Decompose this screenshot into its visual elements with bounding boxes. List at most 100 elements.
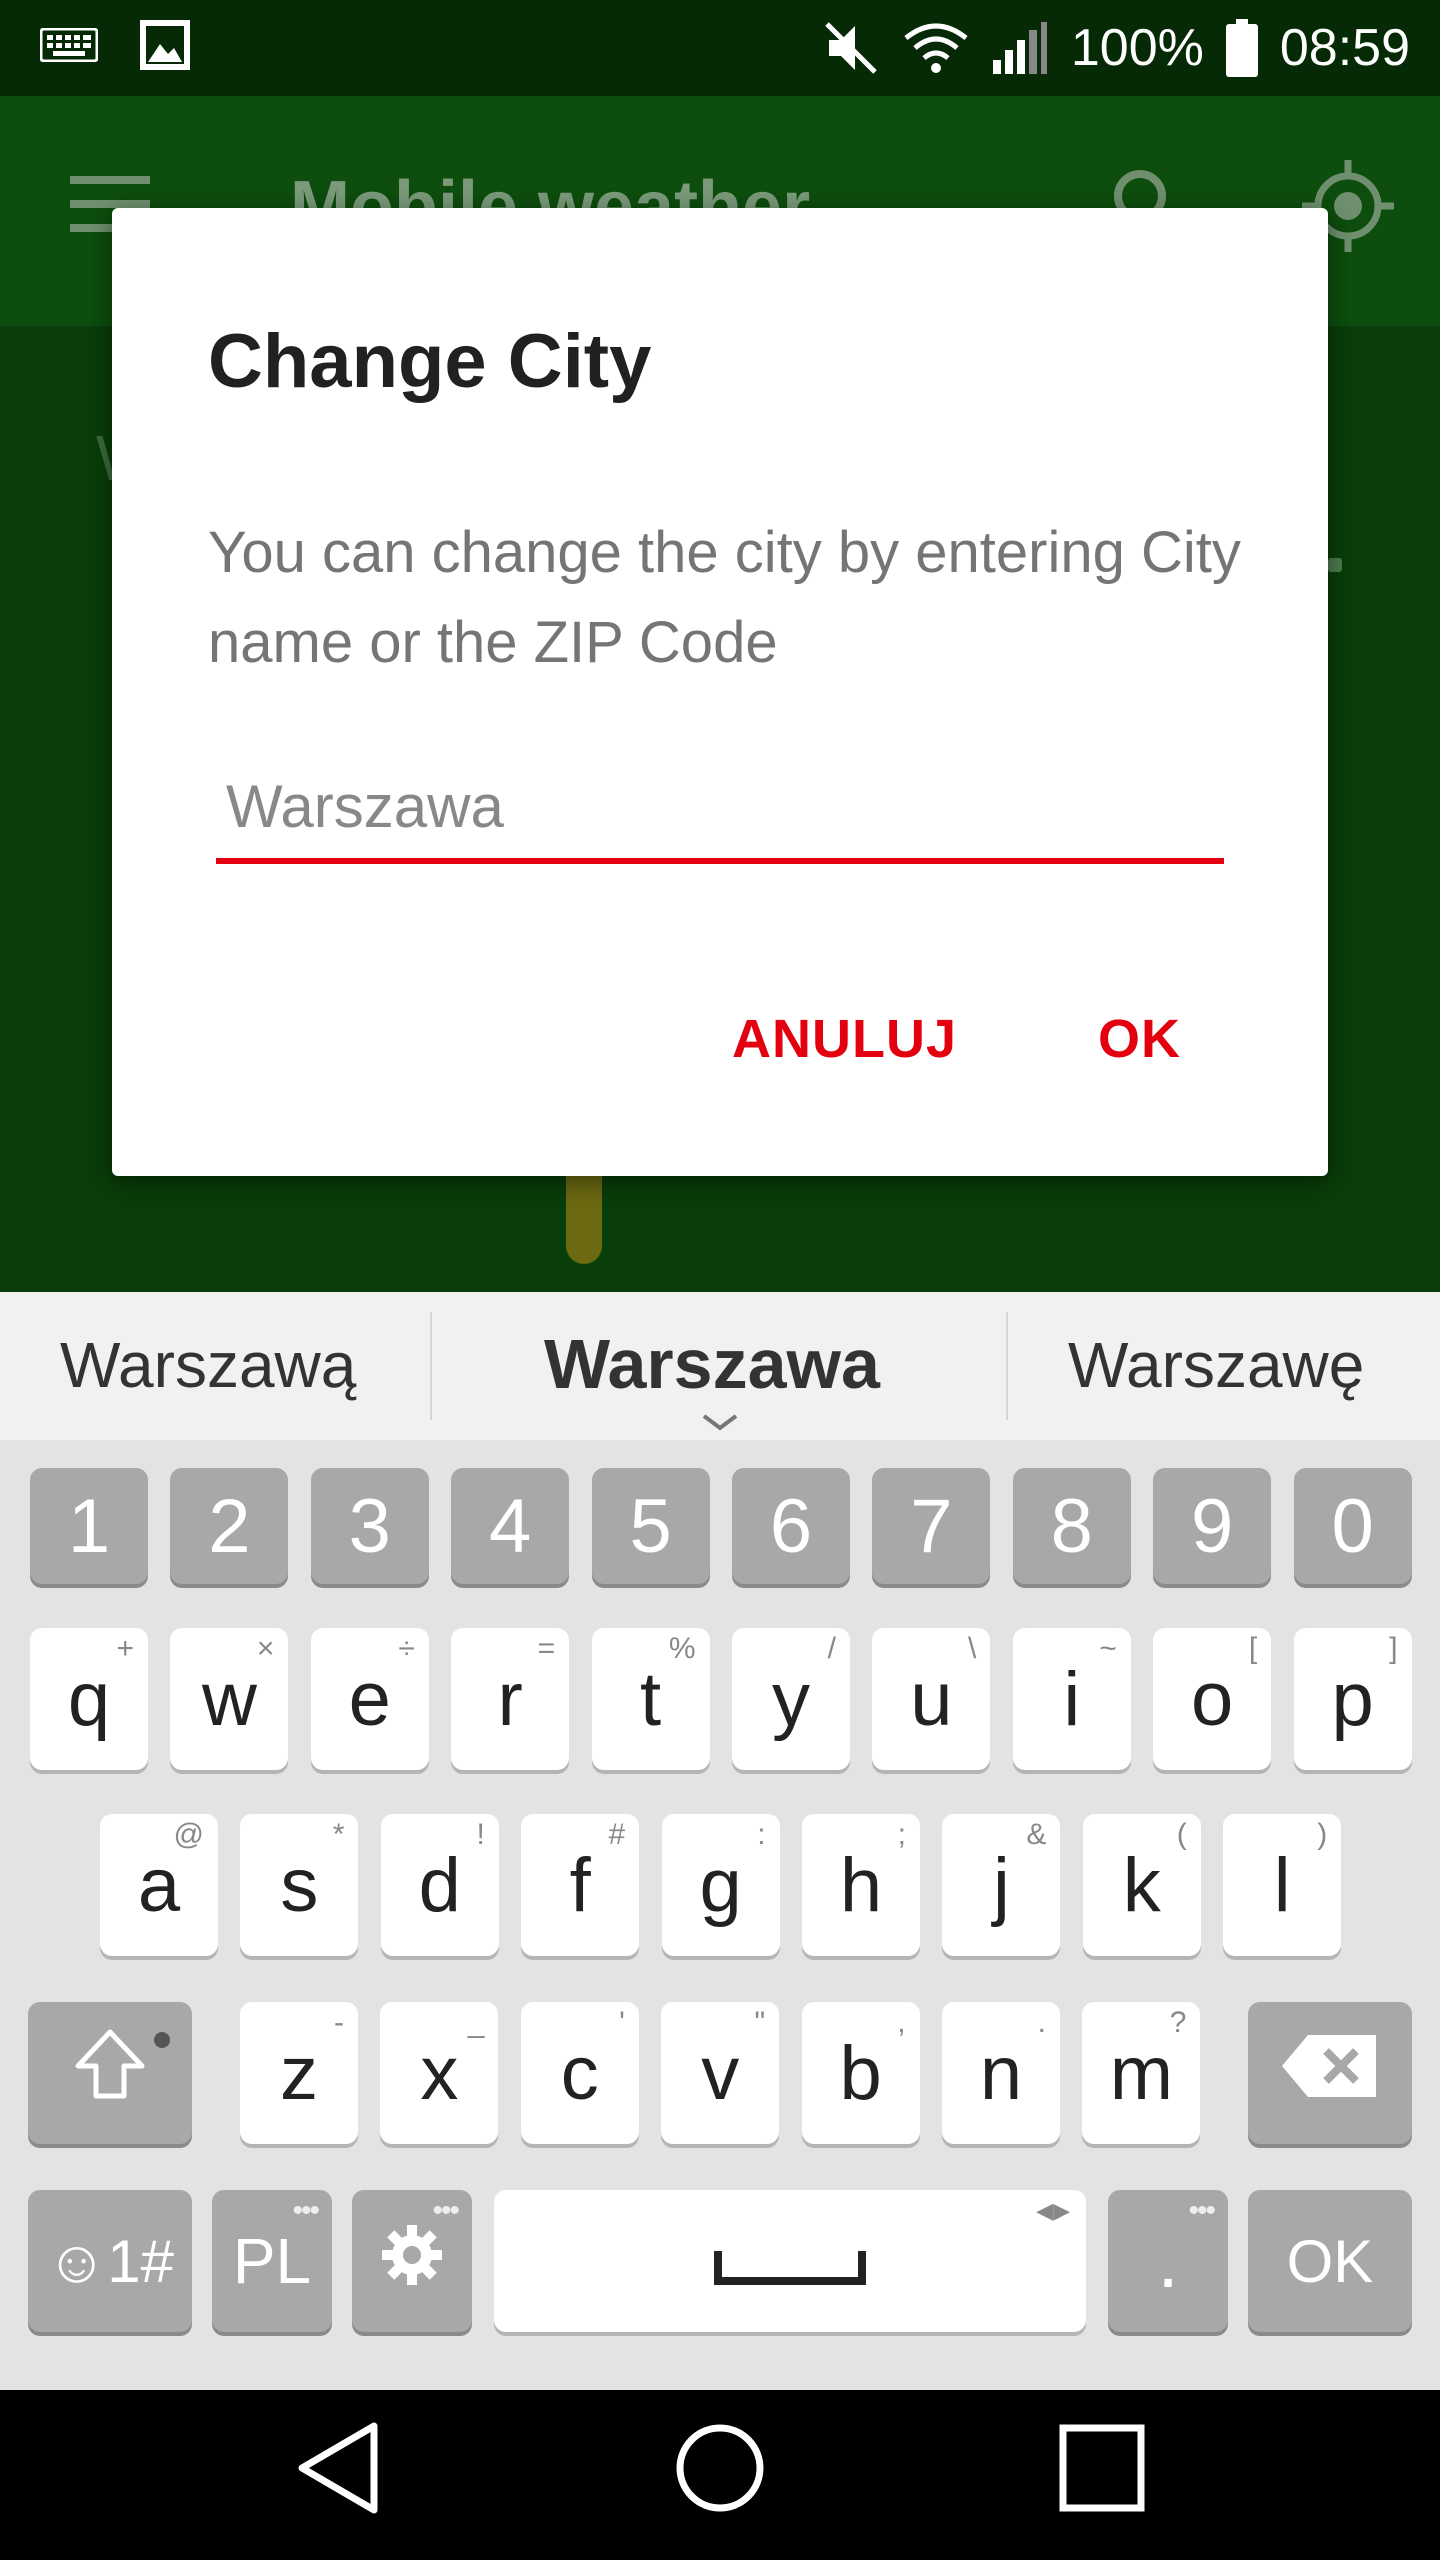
key-f[interactable]: f # — [521, 1814, 640, 1956]
key-label: 6 — [769, 1483, 813, 1569]
key-hint: + — [116, 1632, 134, 1665]
key-hint: . — [1037, 2006, 1046, 2039]
key-x[interactable]: x _ — [380, 2002, 499, 2144]
home-icon[interactable] — [674, 2420, 766, 2519]
number-key-3[interactable]: 3 — [310, 1468, 429, 1584]
key-i[interactable]: i ~ — [1012, 1628, 1131, 1770]
key-u[interactable]: u \ — [872, 1628, 991, 1770]
image-icon — [138, 18, 192, 72]
key-t[interactable]: t% — [591, 1628, 710, 1770]
key-label: 4 — [489, 1483, 532, 1569]
key-hint: - — [334, 2006, 344, 2039]
key-c[interactable]: c ' — [520, 2002, 639, 2144]
key-hint: ! — [476, 1818, 485, 1851]
wifi-icon — [903, 22, 969, 74]
key-label: r — [497, 1656, 523, 1742]
key-o[interactable]: o[ — [1153, 1628, 1272, 1770]
key-hint: ] — [1389, 1632, 1398, 1665]
dialog-title: Change City — [208, 319, 652, 404]
key-q[interactable]: q + — [30, 1628, 148, 1770]
key-label: x — [420, 2030, 459, 2116]
suggestion-center[interactable]: Warszawa — [544, 1324, 880, 1404]
key-w[interactable]: w × — [170, 1628, 289, 1770]
chevron-down-icon[interactable] — [700, 1412, 740, 1437]
key-label: w — [201, 1656, 257, 1742]
key-label: p — [1331, 1656, 1374, 1742]
signal-icon — [991, 20, 1049, 76]
key-p[interactable]: p] — [1293, 1628, 1412, 1770]
key-hint: \ — [968, 1632, 977, 1665]
shift-indicator — [154, 2032, 170, 2048]
suggestion-divider — [430, 1312, 432, 1420]
number-key-8[interactable]: 8 — [1012, 1468, 1131, 1584]
key-label: n — [979, 2030, 1023, 2116]
key-v[interactable]: v " — [661, 2002, 780, 2144]
key-hint: @ — [173, 1818, 204, 1851]
key-a[interactable]: a @ — [100, 1814, 218, 1956]
symbols-key[interactable]: ☺1# — [28, 2190, 192, 2332]
key-r[interactable]: r = — [451, 1628, 570, 1770]
space-key[interactable]: ◀▶ — [494, 2190, 1086, 2332]
backspace-icon — [1280, 2030, 1380, 2117]
key-h[interactable]: h; — [802, 1814, 920, 1956]
key-m[interactable]: m? — [1082, 2002, 1201, 2144]
key-l[interactable]: l) — [1223, 1814, 1342, 1956]
key-label: 3 — [348, 1483, 391, 1569]
key-hint: _ — [467, 2006, 485, 2039]
number-key-1[interactable]: 1 — [30, 1468, 148, 1584]
shift-icon — [72, 2026, 148, 2120]
enter-label: OK — [1286, 2227, 1374, 2295]
number-key-6[interactable]: 6 — [732, 1468, 850, 1584]
key-hint: ( — [1176, 1818, 1187, 1851]
status-bar: 100% 08:59 — [0, 0, 1440, 96]
key-z[interactable]: z- — [240, 2002, 358, 2144]
key-label: 8 — [1050, 1483, 1093, 1569]
background-dot — [1328, 558, 1342, 572]
number-key-4[interactable]: 4 — [451, 1468, 570, 1584]
key-label: m — [1109, 2030, 1174, 2116]
suggestion-divider — [1006, 1312, 1008, 1420]
recents-icon[interactable] — [1058, 2420, 1146, 2519]
key-label: j — [992, 1842, 1010, 1928]
cancel-button[interactable]: ANULUJ — [732, 1008, 957, 1070]
backspace-key[interactable] — [1248, 2002, 1412, 2144]
key-k[interactable]: k( — [1082, 1814, 1201, 1956]
number-key-9[interactable]: 9 — [1153, 1468, 1272, 1584]
keyboard-icon — [40, 28, 98, 62]
key-label: e — [348, 1656, 391, 1742]
number-key-0[interactable]: 0 — [1293, 1468, 1412, 1584]
battery-icon — [1225, 19, 1258, 77]
clock: 08:59 — [1279, 19, 1410, 77]
key-label: z — [280, 2030, 318, 2116]
key-j[interactable]: j & — [942, 1814, 1061, 1956]
key-hint: ) — [1317, 1818, 1328, 1851]
language-key[interactable]: PL ••• — [212, 2190, 332, 2332]
key-hint: & — [1026, 1818, 1047, 1851]
enter-ok-key[interactable]: OK — [1248, 2190, 1412, 2332]
key-hint: % — [668, 1632, 696, 1665]
number-key-7[interactable]: 7 — [872, 1468, 991, 1584]
key-e[interactable]: e ÷ — [310, 1628, 429, 1770]
period-key[interactable]: . ••• — [1108, 2190, 1228, 2332]
key-hint: * — [332, 1818, 345, 1851]
suggestion-left[interactable]: Warszawą — [60, 1328, 356, 1402]
city-input[interactable] — [216, 754, 1224, 864]
key-g[interactable]: g: — [661, 1814, 780, 1956]
key-hint: × — [256, 1632, 275, 1665]
number-key-2[interactable]: 2 — [170, 1468, 289, 1584]
shift-key[interactable] — [28, 2002, 192, 2144]
key-b[interactable]: b, — [801, 2002, 920, 2144]
number-key-5[interactable]: 5 — [591, 1468, 710, 1584]
suggestion-right[interactable]: Warszawę — [1068, 1328, 1364, 1402]
mute-icon — [821, 20, 881, 76]
key-y[interactable]: y / — [732, 1628, 850, 1770]
ok-button[interactable]: OK — [1098, 1008, 1181, 1070]
key-label: y — [772, 1656, 810, 1742]
key-s[interactable]: s * — [240, 1814, 359, 1956]
key-d[interactable]: d! — [380, 1814, 499, 1956]
key-hint: ? — [1169, 2006, 1187, 2039]
settings-key[interactable]: ••• — [352, 2190, 472, 2332]
key-n[interactable]: n. — [942, 2002, 1060, 2144]
back-icon[interactable] — [296, 2420, 380, 2519]
key-label: 1 — [67, 1483, 111, 1569]
